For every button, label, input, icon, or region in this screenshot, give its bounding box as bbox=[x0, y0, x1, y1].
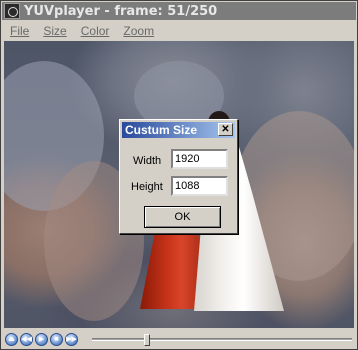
menu-zoom[interactable]: Zoom bbox=[123, 24, 154, 38]
height-input[interactable] bbox=[171, 176, 228, 196]
dialog-title-bar[interactable]: Custum Size ✕ bbox=[122, 122, 235, 138]
dialog-title: Custum Size bbox=[125, 123, 198, 137]
film-reel-icon[interactable] bbox=[4, 3, 20, 19]
rewind-icon[interactable]: ◀◀ bbox=[20, 332, 33, 346]
window-title: YUVplayer - frame: 51/250 bbox=[24, 3, 218, 19]
menu-color[interactable]: Color bbox=[81, 24, 110, 38]
seek-slider[interactable] bbox=[92, 334, 352, 346]
custom-size-dialog: Custum Size ✕ Width Height OK bbox=[119, 119, 238, 234]
height-label: Height bbox=[131, 181, 163, 193]
close-icon[interactable]: ✕ bbox=[218, 123, 233, 136]
seek-slider-thumb[interactable] bbox=[144, 334, 150, 346]
fast-forward-icon[interactable]: ▶▶ bbox=[65, 332, 78, 346]
playback-controls: ⏏ ◀◀ ▶ ■ ▶▶ bbox=[2, 328, 356, 350]
yuvplayer-window: YUVplayer - frame: 51/250 File Size Colo… bbox=[0, 0, 358, 350]
menu-size[interactable]: Size bbox=[43, 24, 66, 38]
title-bar[interactable]: YUVplayer - frame: 51/250 bbox=[2, 2, 356, 20]
width-label: Width bbox=[133, 155, 162, 167]
eject-icon[interactable]: ⏏ bbox=[5, 332, 18, 346]
play-icon[interactable]: ▶ bbox=[35, 332, 48, 346]
menu-bar: File Size Color Zoom bbox=[2, 20, 356, 41]
ok-button[interactable]: OK bbox=[144, 206, 221, 228]
stop-icon[interactable]: ■ bbox=[50, 332, 63, 346]
width-input[interactable] bbox=[171, 149, 228, 169]
menu-file[interactable]: File bbox=[10, 24, 29, 38]
